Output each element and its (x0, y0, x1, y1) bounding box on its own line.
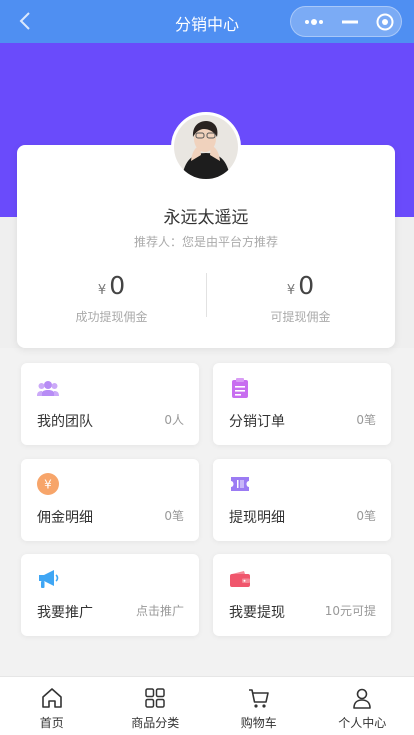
referrer-text: 推荐人：您是由平台方推荐 (133, 235, 278, 249)
navbar: 分销中心 (0, 0, 414, 43)
tile-withdraw-details[interactable]: 提现明细 0笔 (213, 459, 391, 541)
tab-home[interactable]: 首页 (0, 677, 104, 735)
success-commission-stat[interactable]: ¥0 成功提现佣金 (17, 271, 206, 325)
wallet-icon (229, 568, 251, 590)
yen-coin-icon: ¥ (37, 473, 59, 495)
minimize-icon[interactable] (331, 7, 368, 36)
success-label: 成功提现佣金 (75, 310, 148, 324)
tile-commission-details[interactable]: ¥ 佣金明细 0笔 (21, 459, 199, 541)
tab-label: 首页 (39, 716, 64, 730)
withdraw-ticket-icon (229, 473, 251, 495)
tile-distribution-orders[interactable]: 分销订单 0笔 (213, 363, 391, 445)
tile-promote[interactable]: 我要推广 点击推广 (21, 554, 199, 636)
category-grid-icon (144, 687, 166, 709)
tab-label: 个人中心 (338, 716, 387, 730)
tile-label: 我要推广 (37, 605, 93, 621)
cart-icon (248, 687, 270, 709)
tile-label: 我的团队 (37, 414, 93, 430)
mini-program-capsule (290, 6, 402, 37)
tile-label: 佣金明细 (37, 510, 93, 526)
available-commission-stat[interactable]: ¥0 可提现佣金 (206, 271, 395, 325)
tab-profile[interactable]: 个人中心 (311, 677, 414, 735)
tile-value: 0笔 (164, 509, 184, 523)
home-icon (41, 687, 63, 709)
tile-value: 0笔 (356, 509, 376, 523)
tile-my-team[interactable]: 我的团队 0人 (21, 363, 199, 445)
tab-cart[interactable]: 购物车 (207, 677, 311, 735)
order-list-icon (229, 377, 251, 399)
tile-withdraw[interactable]: 我要提现 10元可提 (213, 554, 391, 636)
tab-label: 购物车 (240, 716, 277, 730)
tile-value: 点击推广 (135, 604, 184, 618)
tab-label: 商品分类 (131, 716, 180, 730)
tile-label: 提现明细 (229, 510, 285, 526)
tile-value: 10元可提 (324, 604, 376, 618)
svg-text:¥: ¥ (44, 478, 52, 492)
available-amount: 0 (298, 271, 315, 300)
available-label: 可提现佣金 (270, 310, 331, 324)
tile-label: 我要提现 (229, 605, 285, 621)
avatar[interactable] (171, 112, 241, 182)
user-icon (351, 687, 373, 709)
currency-symbol: ¥ (286, 283, 296, 298)
tile-value: 0笔 (356, 413, 376, 427)
close-target-icon[interactable] (366, 7, 403, 36)
username: 永远太遥远 (163, 208, 249, 228)
success-amount: 0 (109, 271, 126, 300)
tab-categories[interactable]: 商品分类 (104, 677, 208, 735)
tile-label: 分销订单 (229, 414, 285, 430)
team-icon (37, 377, 59, 399)
currency-symbol: ¥ (97, 283, 107, 298)
bottom-tab-bar: 首页 商品分类 购物车 个人中心 (0, 676, 414, 735)
tile-value: 0人 (164, 413, 184, 427)
megaphone-icon (37, 568, 59, 590)
more-dots-icon[interactable] (295, 7, 332, 36)
